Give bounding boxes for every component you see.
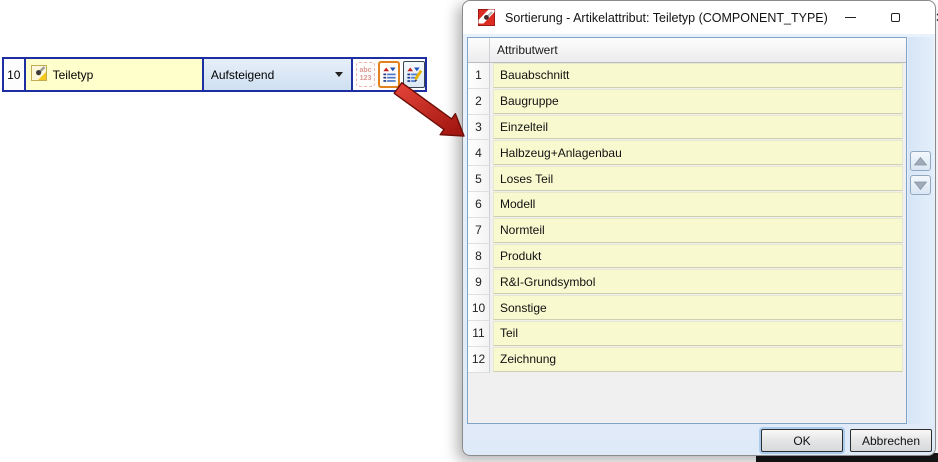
attribute-note-icon — [30, 65, 47, 84]
minimize-icon — [844, 17, 856, 18]
table-row[interactable]: 10 Sonstige — [468, 295, 906, 321]
row-number-cell: 8 — [468, 243, 490, 270]
app-logo-icon — [478, 9, 495, 26]
cancel-button[interactable]: Abbrechen — [850, 429, 932, 452]
reorder-panel — [908, 37, 933, 424]
row-number-cell: 12 — [468, 346, 490, 373]
move-down-button[interactable] — [910, 175, 931, 195]
table-row[interactable]: 1 Bauabschnitt — [468, 63, 906, 89]
row-number-cell: 10 — [468, 295, 490, 321]
row-value-cell[interactable]: Zeichnung — [493, 346, 903, 372]
row-value-cell[interactable]: Halbzeug+Anlagenbau — [493, 140, 903, 166]
sort-row-index: 10 — [4, 59, 26, 90]
row-value-cell[interactable]: Normteil — [493, 217, 903, 243]
sort-attribute-cell[interactable]: Teiletyp — [25, 59, 204, 90]
sort-criteria-row: 10 Teiletyp Aufsteigend abc 123 — [2, 57, 427, 92]
minimize-button[interactable] — [828, 1, 873, 34]
callout-arrow — [393, 82, 465, 137]
sort-direction-value: Aufsteigend — [210, 67, 275, 82]
move-up-button[interactable] — [910, 151, 931, 171]
row-number-cell: 5 — [468, 166, 490, 192]
table-header-row: Attributwert — [468, 38, 906, 63]
sort-dialog: Sortierung - Artikelattribut: Teiletyp (… — [462, 0, 938, 456]
row-number-cell: 4 — [468, 140, 490, 167]
row-number-cell: 9 — [468, 269, 490, 296]
sort-direction-dropdown[interactable]: Aufsteigend — [203, 59, 353, 90]
row-number-cell: 6 — [468, 191, 490, 218]
custom-sort-icon — [382, 67, 396, 82]
row-value-cell[interactable]: Sonstige — [493, 295, 903, 320]
table-row[interactable]: 2 Baugruppe — [468, 88, 906, 115]
table-corner-cell — [468, 38, 490, 63]
table-row[interactable]: 4 Halbzeug+Anlagenbau — [468, 140, 906, 167]
dialog-titlebar[interactable]: Sortierung - Artikelattribut: Teiletyp (… — [463, 1, 938, 34]
chevron-down-icon — [335, 72, 343, 77]
close-button[interactable]: ✕ — [918, 1, 938, 34]
row-value-cell[interactable]: Produkt — [493, 243, 903, 269]
maximize-icon — [890, 13, 900, 22]
attribute-table-body: 1 Bauabschnitt 2 Baugruppe 3 Einzelteil … — [468, 63, 906, 373]
sort-attribute-label: Teiletyp — [52, 67, 94, 82]
table-row[interactable]: 3 Einzelteil — [468, 114, 906, 141]
row-number-cell: 7 — [468, 217, 490, 244]
row-number-cell: 11 — [468, 320, 490, 347]
table-row[interactable]: 9 R&I-Grundsymbol — [468, 269, 906, 296]
dialog-title: Sortierung - Artikelattribut: Teiletyp (… — [505, 10, 828, 25]
row-value-cell[interactable]: Bauabschnitt — [493, 63, 903, 88]
table-row[interactable]: 12 Zeichnung — [468, 346, 906, 373]
table-row[interactable]: 6 Modell — [468, 191, 906, 218]
window-controls: ✕ — [828, 1, 938, 34]
arrow-up-icon — [914, 156, 927, 165]
table-row[interactable]: 7 Normteil — [468, 217, 906, 244]
numbers-icon-text: 123 — [359, 74, 372, 82]
table-header-attributwert: Attributwert — [490, 38, 906, 63]
row-value-cell[interactable]: Teil — [493, 320, 903, 346]
screenshot-stage: 10 Teiletyp Aufsteigend abc 123 Sortieru… — [0, 0, 938, 462]
table-row[interactable]: 5 Loses Teil — [468, 166, 906, 192]
row-value-cell[interactable]: Loses Teil — [493, 166, 903, 191]
row-value-cell[interactable]: Modell — [493, 191, 903, 217]
ok-button[interactable]: OK — [761, 429, 843, 452]
row-value-cell[interactable]: Einzelteil — [493, 114, 903, 140]
edit-sort-icon — [406, 66, 422, 82]
attribute-table: Attributwert 1 Bauabschnitt 2 Baugruppe … — [467, 37, 907, 424]
row-value-cell[interactable]: Baugruppe — [493, 88, 903, 114]
table-row[interactable]: 8 Produkt — [468, 243, 906, 270]
abc-icon-text: abc — [359, 66, 372, 74]
alphanumeric-sort-icon[interactable]: abc 123 — [356, 62, 375, 87]
maximize-button[interactable] — [873, 1, 918, 34]
row-value-cell[interactable]: R&I-Grundsymbol — [493, 269, 903, 295]
table-row[interactable]: 11 Teil — [468, 320, 906, 347]
arrow-down-icon — [914, 181, 927, 190]
